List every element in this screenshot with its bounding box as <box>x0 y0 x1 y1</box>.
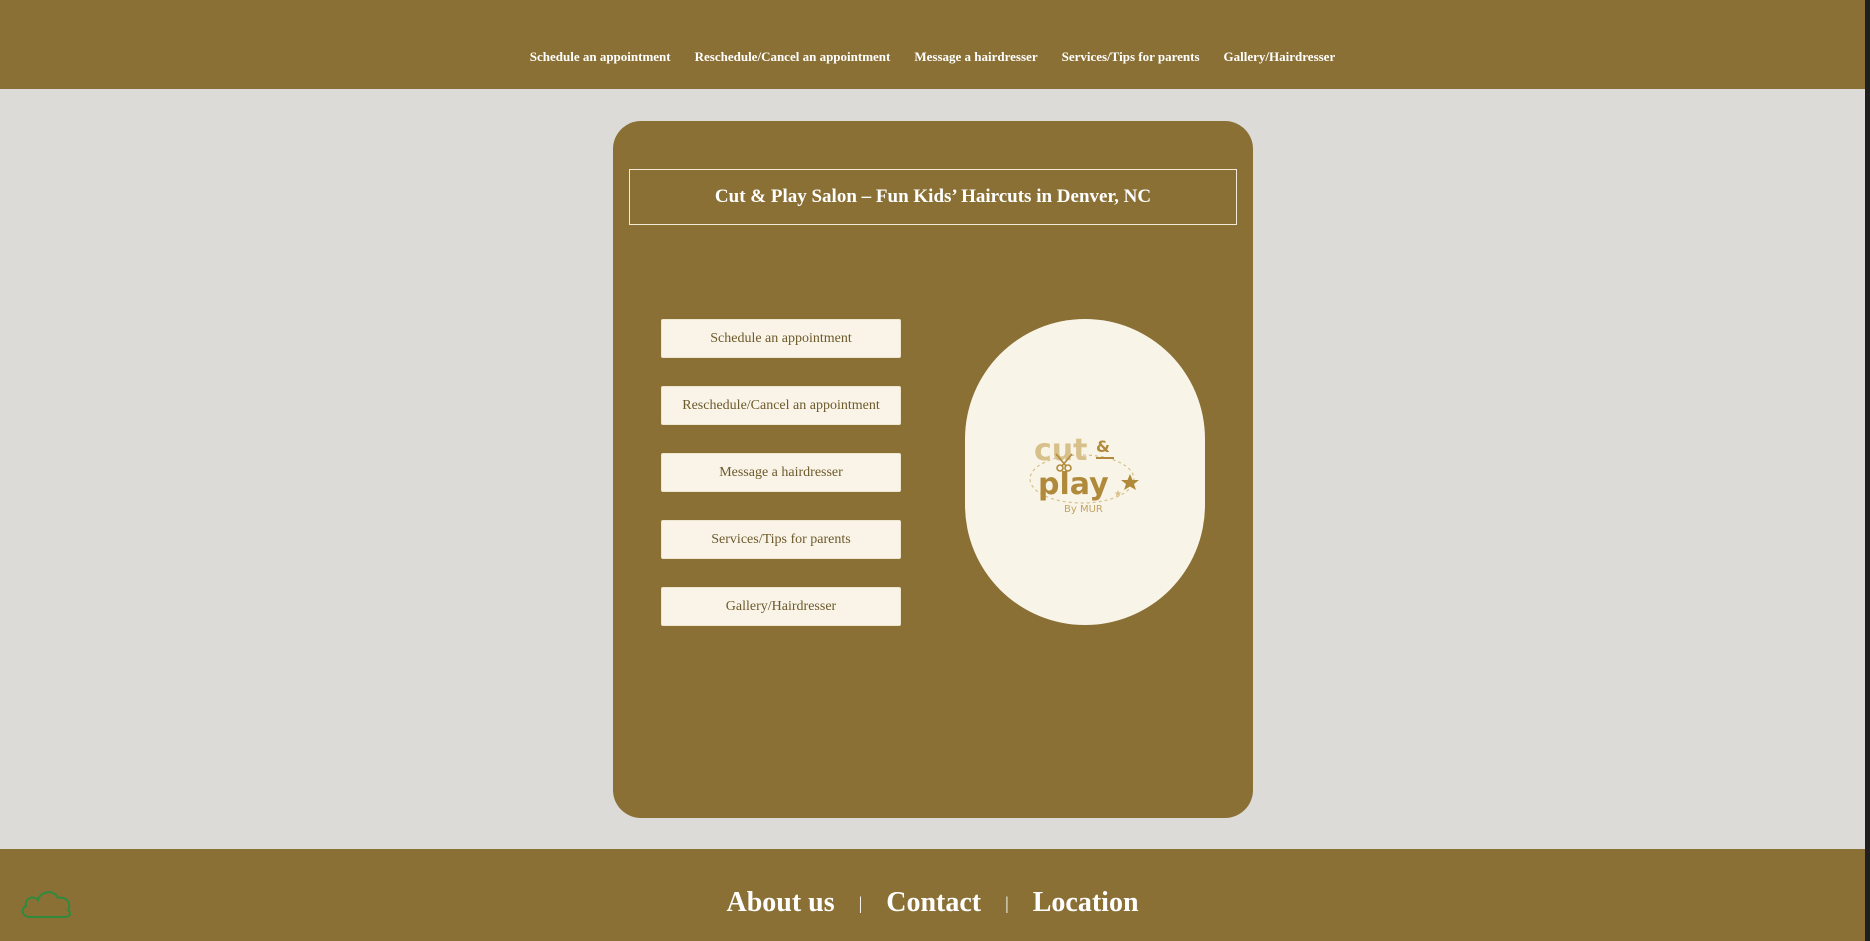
schedule-button[interactable]: Schedule an appointment <box>661 319 901 358</box>
gallery-hairdresser-button[interactable]: Gallery/Hairdresser <box>661 587 901 626</box>
footer-separator: | <box>858 893 863 913</box>
scrollbar[interactable] <box>1865 0 1870 941</box>
action-button-list: Schedule an appointment Reschedule/Cance… <box>661 319 901 654</box>
footer-navigation: About us | Contact | Location <box>0 887 1865 919</box>
logo-text-cut: cut <box>1034 433 1087 468</box>
logo-text-amp: & <box>1096 437 1110 456</box>
main-card: Cut & Play Salon – Fun Kids’ Haircuts in… <box>613 121 1253 818</box>
services-tips-button[interactable]: Services/Tips for parents <box>661 520 901 559</box>
message-hairdresser-button[interactable]: Message a hairdresser <box>661 453 901 492</box>
nav-reschedule-link[interactable]: Reschedule/Cancel an appointment <box>695 49 891 65</box>
logo-container: cut & play By MUR <box>965 319 1205 625</box>
footer-contact-link[interactable]: Contact <box>886 887 981 919</box>
top-navigation: Schedule an appointment Reschedule/Cance… <box>0 49 1865 65</box>
nav-message-link[interactable]: Message a hairdresser <box>914 49 1037 65</box>
cloud-icon[interactable] <box>18 885 74 921</box>
logo-byline: By MUR <box>1064 504 1103 515</box>
cut-and-play-logo: cut & play By MUR <box>1029 433 1139 515</box>
site-footer: About us | Contact | Location <box>0 849 1865 941</box>
logo-text-play: play <box>1038 467 1109 502</box>
page-title: Cut & Play Salon – Fun Kids’ Haircuts in… <box>714 186 1152 207</box>
nav-gallery-link[interactable]: Gallery/Hairdresser <box>1224 49 1336 65</box>
reschedule-cancel-button[interactable]: Reschedule/Cancel an appointment <box>661 386 901 425</box>
site-header: Schedule an appointment Reschedule/Cance… <box>0 0 1865 89</box>
footer-separator: | <box>1005 893 1009 913</box>
footer-location-link[interactable]: Location <box>1033 887 1139 919</box>
title-box: Cut & Play Salon – Fun Kids’ Haircuts in… <box>629 169 1237 225</box>
footer-about-link[interactable]: About us <box>726 887 834 919</box>
nav-schedule-link[interactable]: Schedule an appointment <box>530 49 671 65</box>
page: Schedule an appointment Reschedule/Cance… <box>0 0 1870 941</box>
star-icon <box>1121 474 1139 490</box>
nav-services-link[interactable]: Services/Tips for parents <box>1062 49 1200 65</box>
